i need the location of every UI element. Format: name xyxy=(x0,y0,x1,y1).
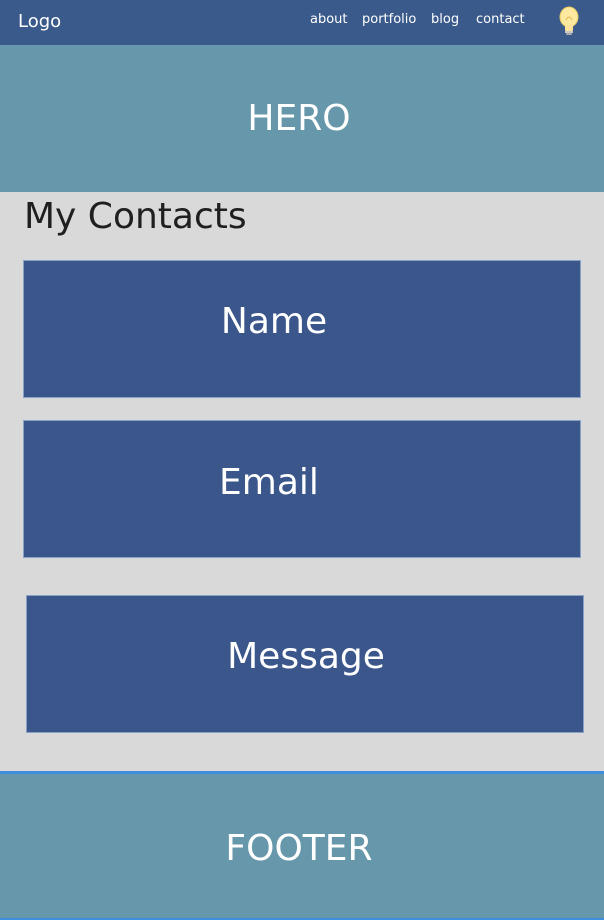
hero-text: HERO xyxy=(247,98,351,139)
logo[interactable]: Logo xyxy=(18,10,61,34)
lightbulb-icon[interactable] xyxy=(556,6,582,38)
email-field-label: Email xyxy=(219,462,319,503)
nav-link-about[interactable]: about xyxy=(310,11,348,29)
name-field[interactable]: Name xyxy=(23,260,581,398)
message-field-label: Message xyxy=(227,636,385,677)
footer-text: FOOTER xyxy=(225,828,373,869)
nav-link-blog[interactable]: blog xyxy=(431,11,459,29)
message-field[interactable]: Message xyxy=(26,595,584,733)
nav-link-contact[interactable]: contact xyxy=(476,11,525,29)
name-field-label: Name xyxy=(220,301,328,342)
nav-link-portfolio[interactable]: portfolio xyxy=(362,11,416,29)
page-title: My Contacts xyxy=(24,196,247,237)
footer: FOOTER xyxy=(0,771,604,920)
email-field[interactable]: Email xyxy=(23,420,581,558)
hero-banner: HERO xyxy=(0,45,604,192)
navbar: Logo about portfolio blog contact xyxy=(0,0,604,45)
